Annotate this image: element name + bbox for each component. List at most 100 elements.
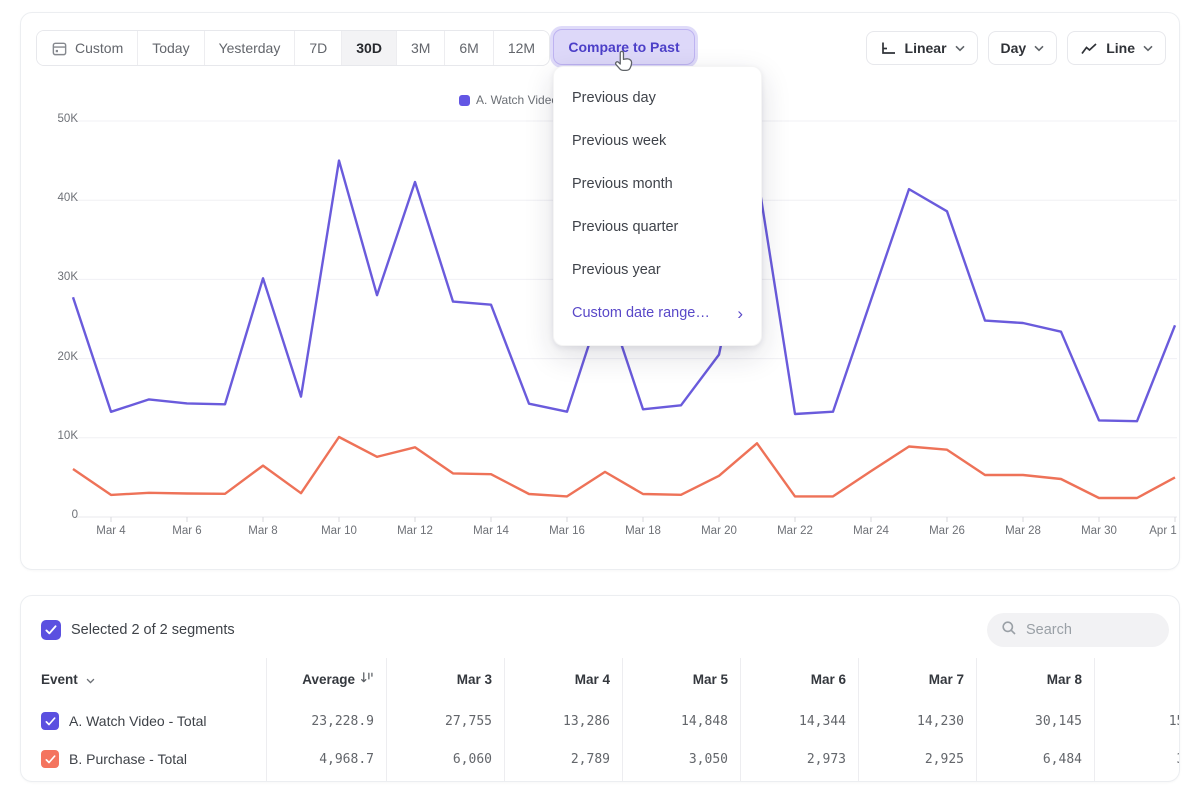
granularity-select[interactable]: Day <box>988 31 1058 65</box>
table-header-row: Event AverageMar 3Mar 4Mar 5Mar 6Mar 7Ma… <box>21 664 1180 694</box>
scale-select[interactable]: Linear <box>866 31 978 65</box>
search-input[interactable] <box>1026 622 1156 638</box>
date-column-header[interactable]: Mar 5 <box>622 672 740 687</box>
chevron-down-icon <box>1143 45 1153 52</box>
value-cell: 3,050 <box>622 752 740 767</box>
column-divider <box>504 658 505 782</box>
date-preset-7d[interactable]: 7D <box>295 31 342 65</box>
date-column-header[interactable]: M <box>1094 672 1180 687</box>
x-axis-tick: Mar 20 <box>701 525 737 537</box>
date-preset-custom[interactable]: Custom <box>37 31 138 65</box>
x-axis-tick: Mar 18 <box>625 525 661 537</box>
date-preset-today[interactable]: Today <box>138 31 204 65</box>
menu-item-previous-week[interactable]: Previous week <box>554 120 761 163</box>
date-column-header[interactable]: Mar 4 <box>504 672 622 687</box>
column-divider <box>622 658 623 782</box>
chevron-down-icon <box>1034 45 1044 52</box>
date-column-header[interactable]: Mar 7 <box>858 672 976 687</box>
x-axis-tick: Mar 30 <box>1081 525 1117 537</box>
x-axis-tick: Mar 4 <box>96 525 125 537</box>
table-row: A. Watch Video - Total23,228.927,75513,2… <box>21 702 1180 740</box>
value-cell: 6,484 <box>976 752 1094 767</box>
y-axis-tick: 50K <box>33 113 78 125</box>
average-value-cell: 23,228.9 <box>266 714 386 729</box>
date-preset-12m[interactable]: 12M <box>494 31 549 65</box>
chevron-down-icon <box>86 672 95 687</box>
y-axis-tick: 10K <box>33 430 78 442</box>
x-axis-tick: Mar 6 <box>172 525 201 537</box>
menu-item-previous-quarter[interactable]: Previous quarter <box>554 206 761 249</box>
date-preset-30d-active[interactable]: 30D <box>342 31 397 65</box>
chart-type-select[interactable]: Line <box>1067 31 1166 65</box>
average-value-cell: 4,968.7 <box>266 752 386 767</box>
menu-item-custom-date-range[interactable]: Custom date range… › <box>554 292 761 335</box>
value-cell: 14,230 <box>858 714 976 729</box>
value-cell: 3,0 <box>1094 752 1180 767</box>
axis-scale-icon <box>879 40 897 56</box>
average-column-header[interactable]: Average <box>266 671 386 687</box>
compare-to-past-button[interactable]: Compare to Past <box>554 30 694 64</box>
check-icon <box>45 625 57 635</box>
column-divider <box>976 658 977 782</box>
x-axis-tick: Mar 8 <box>248 525 277 537</box>
value-cell: 14,848 <box>622 714 740 729</box>
segments-panel: Selected 2 of 2 segments Event AverageMa… <box>20 595 1180 782</box>
value-cell: 2,973 <box>740 752 858 767</box>
segment-checkbox[interactable] <box>41 712 59 730</box>
x-axis-tick: Mar 10 <box>321 525 357 537</box>
value-cell: 2,789 <box>504 752 622 767</box>
x-axis-tick: Mar 24 <box>853 525 889 537</box>
x-axis-tick: Mar 16 <box>549 525 585 537</box>
legend-swatch <box>459 95 470 106</box>
x-axis-tick: Apr 1 <box>1149 525 1177 537</box>
date-column-header[interactable]: Mar 6 <box>740 672 858 687</box>
date-preset-label: Custom <box>75 40 123 56</box>
menu-item-previous-day[interactable]: Previous day <box>554 77 761 120</box>
column-divider <box>858 658 859 782</box>
value-cell: 14,344 <box>740 714 858 729</box>
y-axis-tick: 40K <box>33 192 78 204</box>
event-column-header[interactable]: Event <box>41 672 266 687</box>
table-row: B. Purchase - Total 4,968.76,0602,7893,05… <box>21 740 1180 778</box>
y-axis-tick: 0 <box>33 509 78 521</box>
segment-label: B. Purchase - Total <box>69 751 187 767</box>
value-cell: 30,145 <box>976 714 1094 729</box>
segment-label: A. Watch Video - Total <box>69 713 206 729</box>
chevron-down-icon <box>955 45 965 52</box>
value-cell: 15,1 <box>1094 714 1180 729</box>
event-cell: B. Purchase - Total <box>41 750 266 768</box>
search-icon <box>1001 620 1017 641</box>
date-preset-3m[interactable]: 3M <box>397 31 445 65</box>
analytics-report: Custom Today Yesterday 7D 30D 3M 6M 12M … <box>0 0 1200 802</box>
segment-checkbox[interactable] <box>41 750 59 768</box>
selected-count-label: Selected 2 of 2 segments <box>71 622 235 638</box>
y-axis-tick: 20K <box>33 351 78 363</box>
x-axis-tick: Mar 28 <box>1005 525 1041 537</box>
menu-item-previous-year[interactable]: Previous year <box>554 249 761 292</box>
value-cell: 2,925 <box>858 752 976 767</box>
column-divider <box>386 658 387 782</box>
date-preset-6m[interactable]: 6M <box>445 31 493 65</box>
column-divider <box>1094 658 1095 782</box>
compare-dropdown-menu: Previous day Previous week Previous mont… <box>553 66 762 346</box>
series-line-b <box>73 437 1175 498</box>
chevron-right-icon: › <box>737 305 743 322</box>
y-axis-tick: 30K <box>33 271 78 283</box>
segments-header: Selected 2 of 2 segments <box>41 612 235 648</box>
date-preset-yesterday[interactable]: Yesterday <box>205 31 296 65</box>
x-axis-tick: Mar 22 <box>777 525 813 537</box>
calendar-icon <box>51 40 68 57</box>
x-axis-tick: Mar 26 <box>929 525 965 537</box>
search-box <box>987 613 1169 647</box>
menu-item-previous-month[interactable]: Previous month <box>554 163 761 206</box>
x-axis-tick: Mar 12 <box>397 525 433 537</box>
table-body: A. Watch Video - Total23,228.927,75513,2… <box>21 702 1180 778</box>
date-column-header[interactable]: Mar 3 <box>386 672 504 687</box>
x-axis-tick: Mar 14 <box>473 525 509 537</box>
value-cell: 13,286 <box>504 714 622 729</box>
select-all-checkbox[interactable] <box>41 620 61 640</box>
chart-controls: Linear Day Line <box>866 31 1166 65</box>
event-cell: A. Watch Video - Total <box>41 712 266 730</box>
value-cell: 6,060 <box>386 752 504 767</box>
date-column-header[interactable]: Mar 8 <box>976 672 1094 687</box>
